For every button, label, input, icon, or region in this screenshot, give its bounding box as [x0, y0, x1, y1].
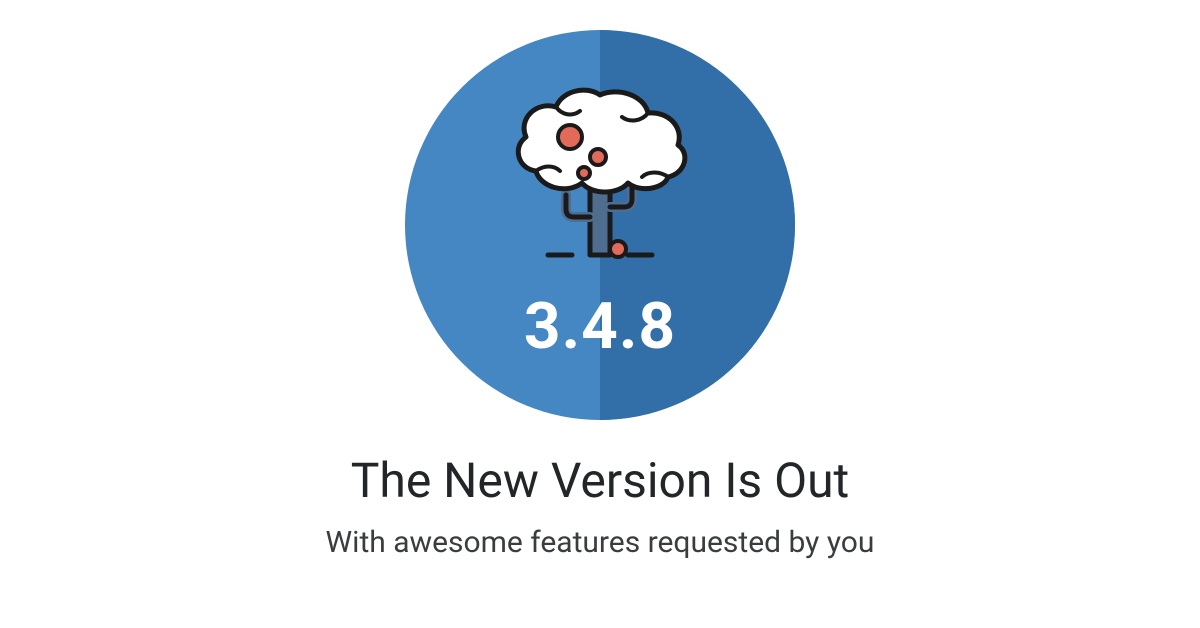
page-title: The New Version Is Out	[351, 452, 850, 509]
version-badge: 3.4.8	[405, 30, 795, 420]
tree-icon	[500, 77, 700, 271]
version-number: 3.4.8	[524, 289, 676, 364]
page-subtitle: With awesome features requested by you	[326, 525, 875, 560]
